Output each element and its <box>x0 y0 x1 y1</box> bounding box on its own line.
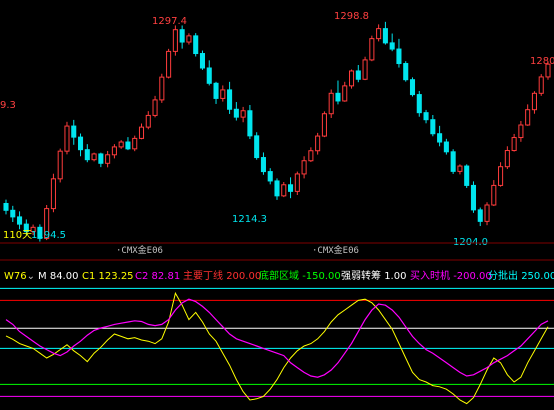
price-label-high1: 1297.4 <box>152 16 187 27</box>
candle-up <box>152 99 158 116</box>
candle-down <box>247 110 253 137</box>
candle-up <box>457 165 463 172</box>
candle-down <box>464 165 470 186</box>
candle-down <box>179 29 185 43</box>
candle-up <box>301 160 307 175</box>
candle-up <box>348 70 355 87</box>
candle-up <box>57 150 63 180</box>
candle-up <box>220 89 226 99</box>
candle-down <box>77 136 84 151</box>
candle-up <box>518 124 524 139</box>
header-item-strength: 强弱转筹 1.00 <box>341 269 406 282</box>
indicator-name[interactable]: W76⌄ <box>4 271 35 282</box>
candle-up <box>315 135 321 152</box>
candle-down <box>206 67 212 84</box>
candle-down <box>403 63 409 81</box>
price-label-low1: 1214.3 <box>232 214 267 225</box>
candle-up <box>240 110 246 118</box>
candle-up <box>294 173 300 192</box>
candle-up <box>118 141 124 148</box>
price-label-high2: 1298.8 <box>334 11 369 22</box>
candle-down <box>477 209 483 222</box>
candle-down <box>213 82 219 99</box>
header-item-c1: C1 123.25 <box>82 271 134 282</box>
candle-up <box>145 114 151 128</box>
candle-up <box>484 204 490 222</box>
candle-up <box>321 113 327 137</box>
candle-down <box>389 42 395 50</box>
candle-down <box>335 92 341 102</box>
candle-down <box>382 28 388 44</box>
candle-up <box>111 146 117 156</box>
candle-down <box>355 70 361 80</box>
candle-up <box>531 92 537 111</box>
price-label-left: 9.3 <box>0 100 16 111</box>
candle-down <box>125 141 131 150</box>
candle-up <box>342 85 348 102</box>
candle-down <box>396 48 402 65</box>
candle-down <box>274 180 280 197</box>
candle-up <box>376 28 382 40</box>
header-item-main-line: 主要丁线 200.00 <box>183 269 261 282</box>
candle-up <box>50 178 56 210</box>
candle-up <box>538 76 544 94</box>
candle-up <box>525 109 531 126</box>
candle-down <box>199 53 206 69</box>
candle-up <box>369 38 375 61</box>
candle-down <box>3 202 9 211</box>
candle-down <box>193 35 199 55</box>
candle-up <box>105 154 111 164</box>
candle-down <box>233 108 239 118</box>
period-label: 110天 <box>3 230 32 241</box>
candle-up <box>362 59 368 80</box>
candle-down <box>409 79 416 96</box>
candle-up <box>159 76 165 101</box>
candle-up <box>504 150 510 168</box>
candle-down <box>470 184 477 211</box>
candle-up <box>511 137 517 152</box>
candle-up <box>91 153 97 161</box>
candle-down <box>430 119 436 135</box>
candle-down <box>416 94 422 114</box>
header-item-bottom-zone: 底部区域 -150.00 <box>259 269 341 282</box>
chart-svg: 9.3 1297.4 1214.3 1298.8 1204.0 1280. 11… <box>0 0 554 410</box>
price-label-right: 1280. <box>530 56 554 67</box>
header-item-c2: C2 82.81 <box>135 271 180 282</box>
candle-up <box>172 29 178 52</box>
candle-down <box>71 125 77 138</box>
header-item-batch-out: 分批出 250.00 <box>488 269 554 282</box>
candle-up <box>491 184 497 206</box>
candle-down <box>84 149 90 161</box>
header-item-buy-timing: 买入时机 -200.00 <box>410 269 492 282</box>
candle-up <box>186 35 192 43</box>
candle-down <box>254 135 260 159</box>
candle-up <box>138 126 145 139</box>
candle-down <box>450 151 456 172</box>
candle-up <box>64 125 70 152</box>
candle-up <box>308 150 314 162</box>
candle-down <box>17 216 23 225</box>
candle-down <box>267 171 273 182</box>
candle-down <box>288 184 294 192</box>
candle-up <box>166 50 172 78</box>
candle-down <box>10 209 16 218</box>
candle-up <box>132 137 138 150</box>
candle-down <box>443 141 449 153</box>
candle-down <box>98 153 104 164</box>
candle-up <box>281 184 287 197</box>
candle-down <box>260 157 266 173</box>
candle-up <box>328 92 334 115</box>
candle-down <box>227 89 233 110</box>
candle-down <box>437 133 443 143</box>
axis-marker-2: ·CMX金E06 <box>312 244 359 256</box>
axis-marker-1: ·CMX金E06 <box>116 244 163 256</box>
header-item-m: M 84.00 <box>38 271 78 282</box>
candle-up <box>498 166 504 186</box>
price-label-low0: 1194.5 <box>31 230 66 241</box>
candle-down <box>423 112 429 121</box>
